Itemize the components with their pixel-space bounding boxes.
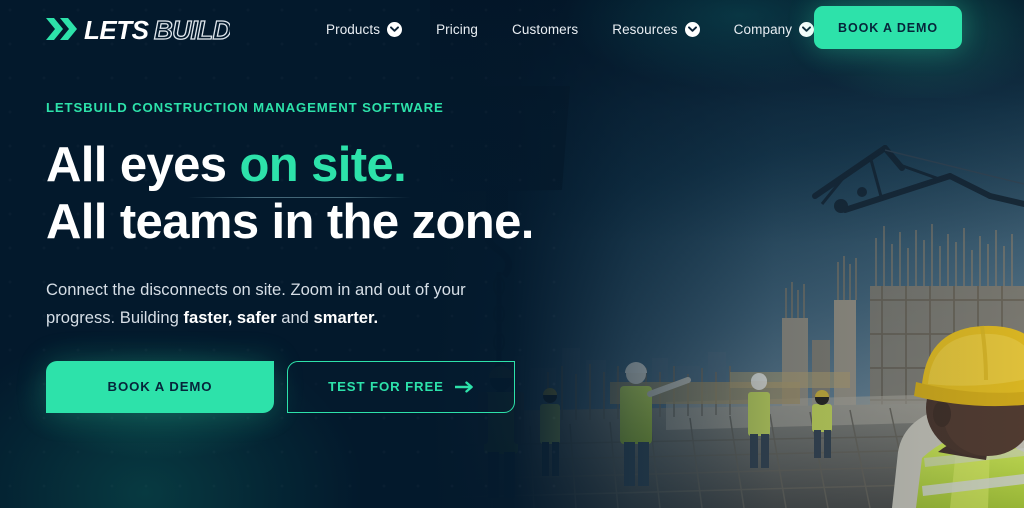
hero-headline-line2: All teams in the zone. (46, 195, 534, 250)
site-header: LETS BUILD Products Pricing Customers Re… (0, 0, 1024, 58)
subcopy-mid: and (276, 308, 314, 328)
hero-cta-group: BOOK A DEMO TEST FOR FREE (46, 360, 606, 413)
subcopy-bold-smarter: smarter. (313, 308, 379, 328)
svg-text:LETS: LETS (84, 15, 150, 44)
header-book-a-demo-button[interactable]: BOOK A DEMO (814, 6, 962, 49)
headline-underline-accent (188, 197, 411, 198)
chevron-down-icon[interactable] (387, 21, 403, 37)
hero-book-a-demo-button[interactable]: BOOK A DEMO (46, 360, 274, 413)
hero-section: LETSBUILD CONSTRUCTION MANAGEMENT SOFTWA… (46, 100, 606, 413)
test-for-free-label: TEST FOR FREE (328, 379, 444, 395)
arrow-right-icon (454, 381, 474, 393)
nav-item-products[interactable]: Products (326, 21, 403, 37)
nav-item-customers[interactable]: Customers (512, 22, 578, 37)
nav-label-pricing: Pricing (436, 21, 479, 37)
chevron-down-icon[interactable] (684, 21, 700, 37)
hero-subcopy: Connect the disconnects on site. Zoom in… (46, 276, 516, 333)
subcopy-bold-faster-safer: faster, safer (183, 308, 277, 328)
nav-label-company: Company (733, 21, 793, 37)
nav-item-resources[interactable]: Resources (612, 21, 700, 37)
hero-headline-line1: All eyes on site. (46, 137, 606, 194)
headline-white-part: All eyes (46, 138, 240, 192)
letsbuild-logo[interactable]: LETS BUILD (44, 14, 230, 44)
hero-test-for-free-button[interactable]: TEST FOR FREE (287, 360, 515, 413)
hero-eyebrow: LETSBUILD CONSTRUCTION MANAGEMENT SOFTWA… (46, 100, 444, 115)
nav-item-company[interactable]: Company (733, 21, 815, 37)
nav-item-pricing[interactable]: Pricing (436, 22, 478, 37)
nav-label-resources: Resources (612, 21, 678, 37)
page-root: LETS BUILD Products Pricing Customers Re… (0, 0, 1024, 508)
nav-label-products: Products (326, 21, 381, 37)
nav-label-customers: Customers (512, 21, 579, 37)
svg-text:BUILD: BUILD (154, 15, 230, 44)
headline-green-part: on site. (239, 138, 407, 192)
main-navigation: Products Pricing Customers Resources Com… (326, 0, 815, 58)
hero-headline: All eyes on site. All teams in the zone. (46, 137, 606, 252)
chevron-down-icon[interactable] (799, 21, 815, 37)
